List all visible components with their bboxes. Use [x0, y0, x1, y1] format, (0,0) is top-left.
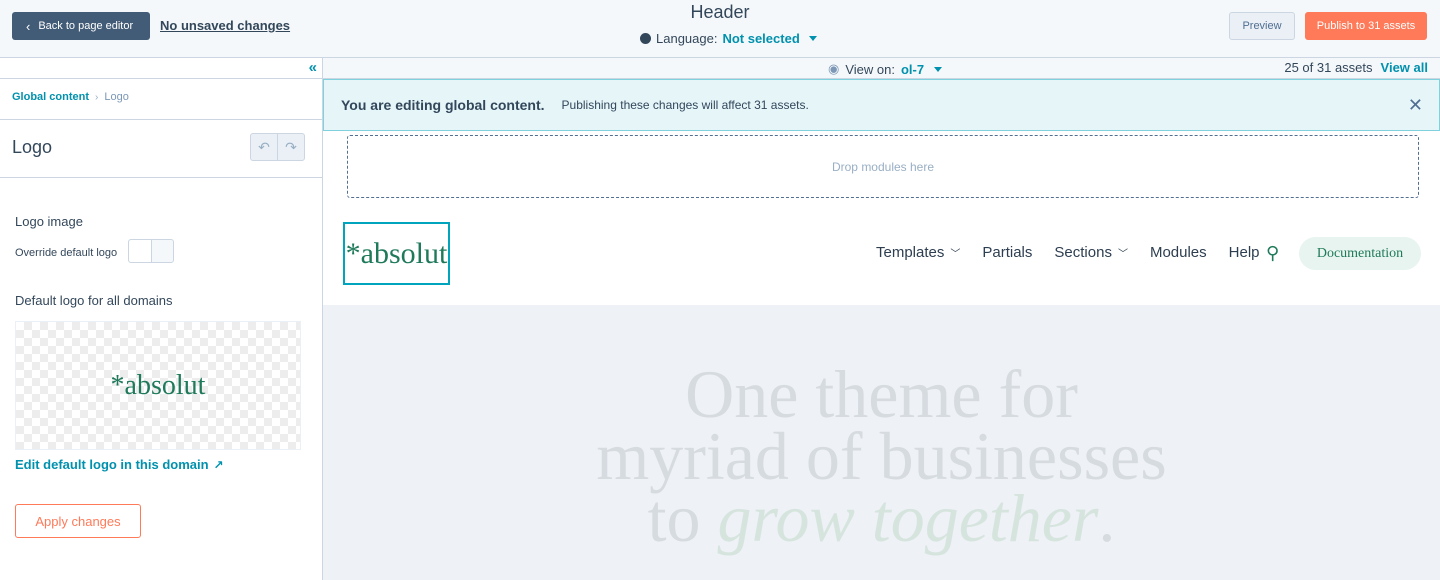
view-on-selector[interactable]: ◉ View on: ol-7 — [828, 61, 943, 77]
breadcrumb-global-content[interactable]: Global content — [12, 91, 89, 103]
panel-title: Logo — [12, 137, 53, 157]
external-link-icon: ↗ — [213, 457, 224, 472]
edit-default-logo-label: Edit default logo in this domain — [15, 457, 209, 472]
language-value[interactable]: Not selected — [722, 31, 799, 46]
default-logo-preview: *absolut — [15, 321, 301, 450]
sidebar-panel: « Global content › Logo Logo ↶ ↷ Logo im… — [0, 58, 323, 580]
asset-count: 25 of 31 assets View all — [1284, 60, 1428, 75]
caret-down-icon — [808, 36, 817, 41]
site-logo-image: *absolut — [345, 236, 448, 270]
breadcrumb: Global content › Logo — [12, 91, 129, 103]
hero-heading: One theme for myriad of businesses to gr… — [323, 356, 1440, 552]
globe-icon — [640, 33, 651, 44]
nav-label: Partials — [982, 244, 1033, 261]
override-default-logo-label: Override default logo — [15, 247, 118, 259]
hero-line-2: myriad of businesses — [596, 418, 1167, 494]
edit-default-logo-link[interactable]: Edit default logo in this domain ↗ — [15, 457, 224, 472]
toggle-knob — [129, 240, 152, 262]
divider — [0, 119, 322, 120]
language-label: Language: — [656, 31, 718, 46]
preview-button[interactable]: Preview — [1229, 12, 1295, 40]
chevron-down-icon: ﹀ — [950, 249, 961, 260]
nav-item-sections[interactable]: Sections ﹀ — [1054, 244, 1128, 261]
logo-image-label: Logo image — [15, 214, 83, 229]
chevron-down-icon: ﹀ — [1117, 249, 1128, 260]
documentation-button[interactable]: Documentation — [1299, 237, 1421, 270]
collapse-sidebar-icon[interactable]: « — [309, 59, 318, 76]
notice-text: Publishing these changes will affect 31 … — [561, 98, 809, 112]
site-nav: Templates ﹀ Partials Sections ﹀ Modules … — [876, 244, 1282, 261]
breadcrumb-current: Logo — [104, 91, 129, 103]
notice-heading: You are editing global content. — [341, 97, 545, 113]
view-all-link[interactable]: View all — [1381, 60, 1428, 75]
top-bar: ‹ Back to page editor No unsaved changes… — [0, 0, 1440, 58]
global-content-notice: You are editing global content. Publishi… — [323, 79, 1440, 131]
language-selector[interactable]: Language: Not selected — [640, 31, 817, 46]
hero-section: One theme for myriad of businesses to gr… — [323, 305, 1440, 580]
eye-icon: ◉ — [828, 61, 840, 76]
view-on-bar: ◉ View on: ol-7 25 of 31 assets View all — [323, 58, 1440, 79]
drop-modules-zone[interactable]: Drop modules here — [347, 135, 1419, 198]
collapse-row: « — [0, 58, 322, 79]
nav-label: Sections — [1054, 244, 1112, 261]
close-icon[interactable]: ✕ — [1408, 95, 1423, 116]
nav-item-help[interactable]: Help — [1229, 244, 1260, 261]
nav-item-templates[interactable]: Templates ﹀ — [876, 244, 960, 261]
hero-line-3: to grow together. — [323, 484, 1440, 552]
site-logo[interactable]: *absolut — [343, 222, 450, 285]
nav-label: Templates — [876, 244, 945, 261]
hero-line-3-suffix: . — [1098, 480, 1116, 556]
redo-icon[interactable]: ↷ — [278, 134, 304, 160]
override-default-logo-toggle[interactable] — [128, 239, 174, 263]
page-title: Header — [690, 2, 750, 22]
apply-changes-button[interactable]: Apply changes — [15, 504, 141, 538]
nav-label: Modules — [1149, 244, 1207, 261]
undo-redo-group: ↶ ↷ — [250, 133, 305, 161]
nav-item-modules[interactable]: Modules — [1150, 244, 1207, 261]
view-on-label: View on: — [845, 61, 895, 77]
publish-button[interactable]: Publish to 31 assets — [1305, 12, 1427, 40]
nav-item-partials[interactable]: Partials — [982, 244, 1032, 261]
site-header: *absolut Templates ﹀ Partials Sections ﹀… — [323, 205, 1440, 305]
breadcrumb-separator-icon: › — [95, 91, 99, 103]
nav-label: Help — [1228, 244, 1260, 261]
hero-line-3-prefix: to — [647, 480, 718, 556]
divider — [0, 177, 322, 178]
view-on-value[interactable]: ol-7 — [901, 62, 924, 77]
hero-line-1: One theme for — [685, 356, 1078, 432]
preview-area: ◉ View on: ol-7 25 of 31 assets View all… — [323, 58, 1440, 580]
default-logo-label: Default logo for all domains — [15, 293, 173, 308]
search-icon[interactable]: ⚲ — [1266, 243, 1279, 264]
hero-line-3-italic: grow together — [717, 480, 1099, 556]
undo-icon[interactable]: ↶ — [251, 134, 278, 160]
caret-down-icon — [934, 66, 943, 72]
logo-preview-image: *absolut — [110, 369, 206, 401]
asset-count-label: 25 of 31 assets — [1284, 60, 1373, 75]
